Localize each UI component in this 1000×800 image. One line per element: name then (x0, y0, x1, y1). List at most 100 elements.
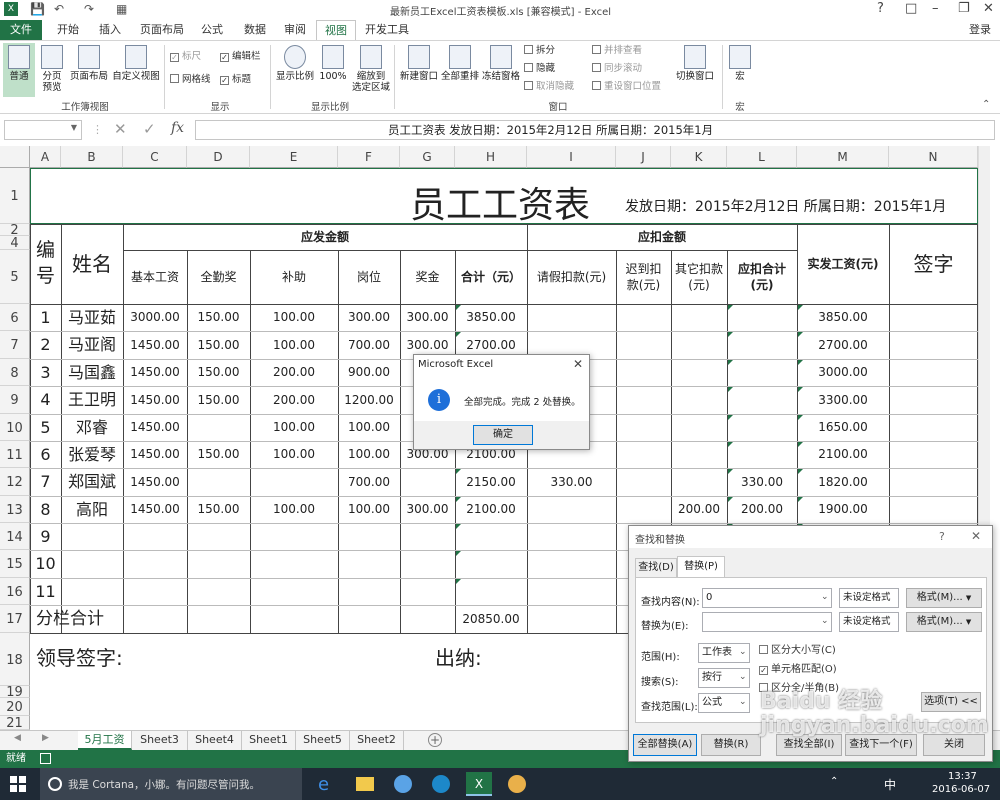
row-header-11[interactable]: 11 (0, 441, 30, 468)
data-cell[interactable] (671, 386, 727, 414)
data-cell[interactable] (187, 414, 250, 441)
employee-name[interactable]: 马亚茹 (61, 304, 123, 331)
row-number[interactable]: 11 (30, 578, 61, 605)
data-cell[interactable] (727, 359, 797, 386)
data-cell[interactable]: 3850.00 (455, 304, 527, 331)
row-header-8[interactable]: 8 (0, 359, 30, 386)
sheet-tab-sheet3[interactable]: Sheet3 (132, 731, 188, 750)
data-cell[interactable] (616, 386, 671, 414)
data-cell[interactable]: 700.00 (338, 468, 400, 496)
sheet-tab-sheet4[interactable]: Sheet4 (188, 731, 242, 750)
row-number[interactable]: 1 (30, 304, 61, 331)
column-header-c[interactable]: C (123, 146, 187, 168)
row-number[interactable]: 7 (30, 468, 61, 496)
sheet-next-icon[interactable]: ▶ (42, 733, 49, 743)
headings-checkbox[interactable]: ✓ 标题 (220, 73, 251, 87)
data-cell[interactable]: 150.00 (187, 359, 250, 386)
data-cell[interactable]: 2100.00 (455, 496, 527, 523)
data-cell[interactable] (455, 578, 527, 605)
data-cell[interactable] (123, 578, 187, 605)
ime-indicator[interactable]: 中 (884, 776, 896, 793)
sheet-prev-icon[interactable]: ◀ (14, 733, 21, 743)
column-header-b[interactable]: B (61, 146, 123, 168)
redo-icon[interactable]: ↷ (84, 2, 94, 16)
windows-start-icon[interactable] (10, 776, 26, 792)
row-number[interactable]: 9 (30, 523, 61, 550)
row-number[interactable]: 6 (30, 441, 61, 468)
data-cell[interactable]: 3850.00 (797, 304, 889, 331)
row-number[interactable]: 2 (30, 331, 61, 359)
employee-name[interactable]: 郑国斌 (61, 468, 123, 496)
data-cell[interactable] (338, 550, 400, 578)
message-box-close-icon[interactable]: ✕ (573, 357, 583, 371)
sheet-tab-may[interactable]: 5月工资 (78, 731, 132, 750)
find-replace-close-icon[interactable]: ✕ (971, 529, 981, 543)
quick-access-more-icon[interactable]: ▦ (116, 2, 127, 16)
ribbon-display-icon[interactable]: □ (905, 1, 917, 16)
row-header-4[interactable]: 4 (0, 236, 30, 251)
row-header-7[interactable]: 7 (0, 331, 30, 359)
data-cell[interactable] (616, 359, 671, 386)
column-header-j[interactable]: J (616, 146, 671, 168)
sheet-tab-sheet5[interactable]: Sheet5 (296, 731, 350, 750)
data-cell[interactable] (400, 523, 455, 550)
employee-name[interactable]: 马亚阁 (61, 331, 123, 359)
data-cell[interactable]: 330.00 (727, 468, 797, 496)
file-explorer-icon[interactable] (356, 777, 374, 791)
data-cell[interactable]: 1450.00 (123, 331, 187, 359)
zoom-selection-button[interactable]: 缩放到 选定区域 (350, 43, 392, 97)
data-cell[interactable] (727, 331, 797, 359)
scope-dropdown-icon[interactable]: ⌄ (739, 647, 747, 657)
data-cell[interactable]: 200.00 (671, 496, 727, 523)
row-number[interactable]: 8 (30, 496, 61, 523)
data-cell[interactable] (727, 441, 797, 468)
page-break-button[interactable]: 分页 预览 (38, 43, 66, 97)
sheet-tab-sheet2[interactable]: Sheet2 (350, 731, 404, 750)
minimize-icon[interactable]: – (932, 1, 939, 16)
data-cell[interactable]: 2700.00 (797, 331, 889, 359)
data-cell[interactable]: 1200.00 (338, 386, 400, 414)
subtotal-value[interactable]: 20850.00 (455, 605, 527, 633)
row-number[interactable]: 4 (30, 386, 61, 414)
enter-icon[interactable]: ✓ (143, 120, 156, 138)
data-cell[interactable] (187, 578, 250, 605)
macros-button[interactable]: 宏 (727, 43, 753, 97)
row-header-12[interactable]: 12 (0, 468, 30, 496)
data-cell[interactable]: 900.00 (338, 359, 400, 386)
data-cell[interactable] (671, 468, 727, 496)
data-cell[interactable] (400, 550, 455, 578)
data-cell[interactable] (187, 550, 250, 578)
data-cell[interactable]: 150.00 (187, 331, 250, 359)
row-header-15[interactable]: 15 (0, 550, 30, 578)
data-cell[interactable]: 150.00 (187, 304, 250, 331)
column-header-m[interactable]: M (797, 146, 889, 168)
employee-name[interactable] (61, 550, 123, 578)
tab-insert[interactable]: 插入 (90, 20, 130, 40)
tab-data[interactable]: 数据 (236, 20, 274, 40)
data-cell[interactable]: 300.00 (400, 496, 455, 523)
data-cell[interactable] (527, 304, 616, 331)
data-cell[interactable]: 1900.00 (797, 496, 889, 523)
tab-review[interactable]: 审阅 (277, 20, 313, 40)
search-order-dropdown-icon[interactable]: ⌄ (739, 672, 747, 682)
data-cell[interactable]: 1450.00 (123, 386, 187, 414)
data-cell[interactable]: 1820.00 (797, 468, 889, 496)
employee-name[interactable]: 王卫明 (61, 386, 123, 414)
column-header-a[interactable]: A (30, 146, 61, 168)
cancel-icon[interactable]: ✕ (114, 120, 127, 138)
data-cell[interactable]: 200.00 (250, 359, 338, 386)
row-header-5[interactable]: 5 (0, 250, 30, 304)
row-number[interactable]: 3 (30, 359, 61, 386)
data-cell[interactable]: 1450.00 (123, 468, 187, 496)
data-cell[interactable]: 1450.00 (123, 359, 187, 386)
column-header-e[interactable]: E (250, 146, 338, 168)
data-cell[interactable]: 150.00 (187, 496, 250, 523)
data-cell[interactable]: 100.00 (338, 496, 400, 523)
data-cell[interactable] (250, 523, 338, 550)
row-header-16[interactable]: 16 (0, 578, 30, 605)
data-cell[interactable] (671, 359, 727, 386)
data-cell[interactable] (250, 468, 338, 496)
zoom-100-button[interactable]: 100% (318, 43, 348, 97)
ruler-checkbox[interactable]: ✓ 标尺 (170, 50, 201, 64)
row-header-19[interactable]: 19 (0, 686, 30, 700)
